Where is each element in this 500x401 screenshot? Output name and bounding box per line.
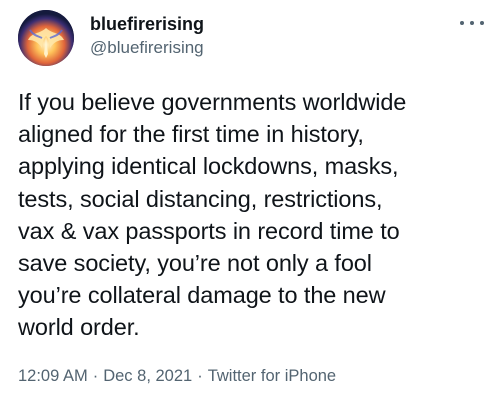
meta-separator: ·: [197, 367, 203, 385]
more-dot: [470, 21, 474, 25]
tweet-source-link[interactable]: Twitter for iPhone: [208, 367, 336, 385]
tweet-text-line: you’re collateral damage to the new: [18, 282, 386, 309]
tweet-text-line: world order.: [18, 314, 140, 341]
tweet-card: bluefirerising @bluefirerising If you be…: [0, 0, 500, 401]
tweet-text-line: vax & vax passports in record time to: [18, 217, 400, 244]
tweet-text-line: If you believe governments worldwide: [18, 89, 407, 115]
more-horizontal-icon[interactable]: [460, 16, 484, 30]
more-dot: [460, 21, 464, 25]
tweet-text-line: save society, you’re not only a fool: [18, 250, 372, 277]
tweet-metadata: 12:09 AM · Dec 8, 2021 · Twitter for iPhone: [18, 365, 336, 387]
tweet-text-line: applying identical lockdowns, masks,: [18, 153, 399, 180]
display-name[interactable]: bluefirerising: [90, 13, 204, 35]
tweet-text-line: aligned for the first time in history,: [18, 121, 364, 148]
more-dot: [480, 21, 484, 25]
phoenix-avatar-icon[interactable]: [18, 10, 74, 66]
meta-separator: ·: [92, 367, 99, 385]
tweet-text: If you believe governments worldwide ali…: [18, 86, 490, 344]
avatar-image: [18, 10, 74, 66]
tweet-text-line: tests, social distancing, restrictions,: [18, 185, 383, 212]
tweet-date[interactable]: Dec 8, 2021: [103, 367, 192, 385]
tweet-time[interactable]: 12:09 AM: [18, 367, 88, 385]
user-handle[interactable]: @bluefirerising: [90, 37, 204, 59]
